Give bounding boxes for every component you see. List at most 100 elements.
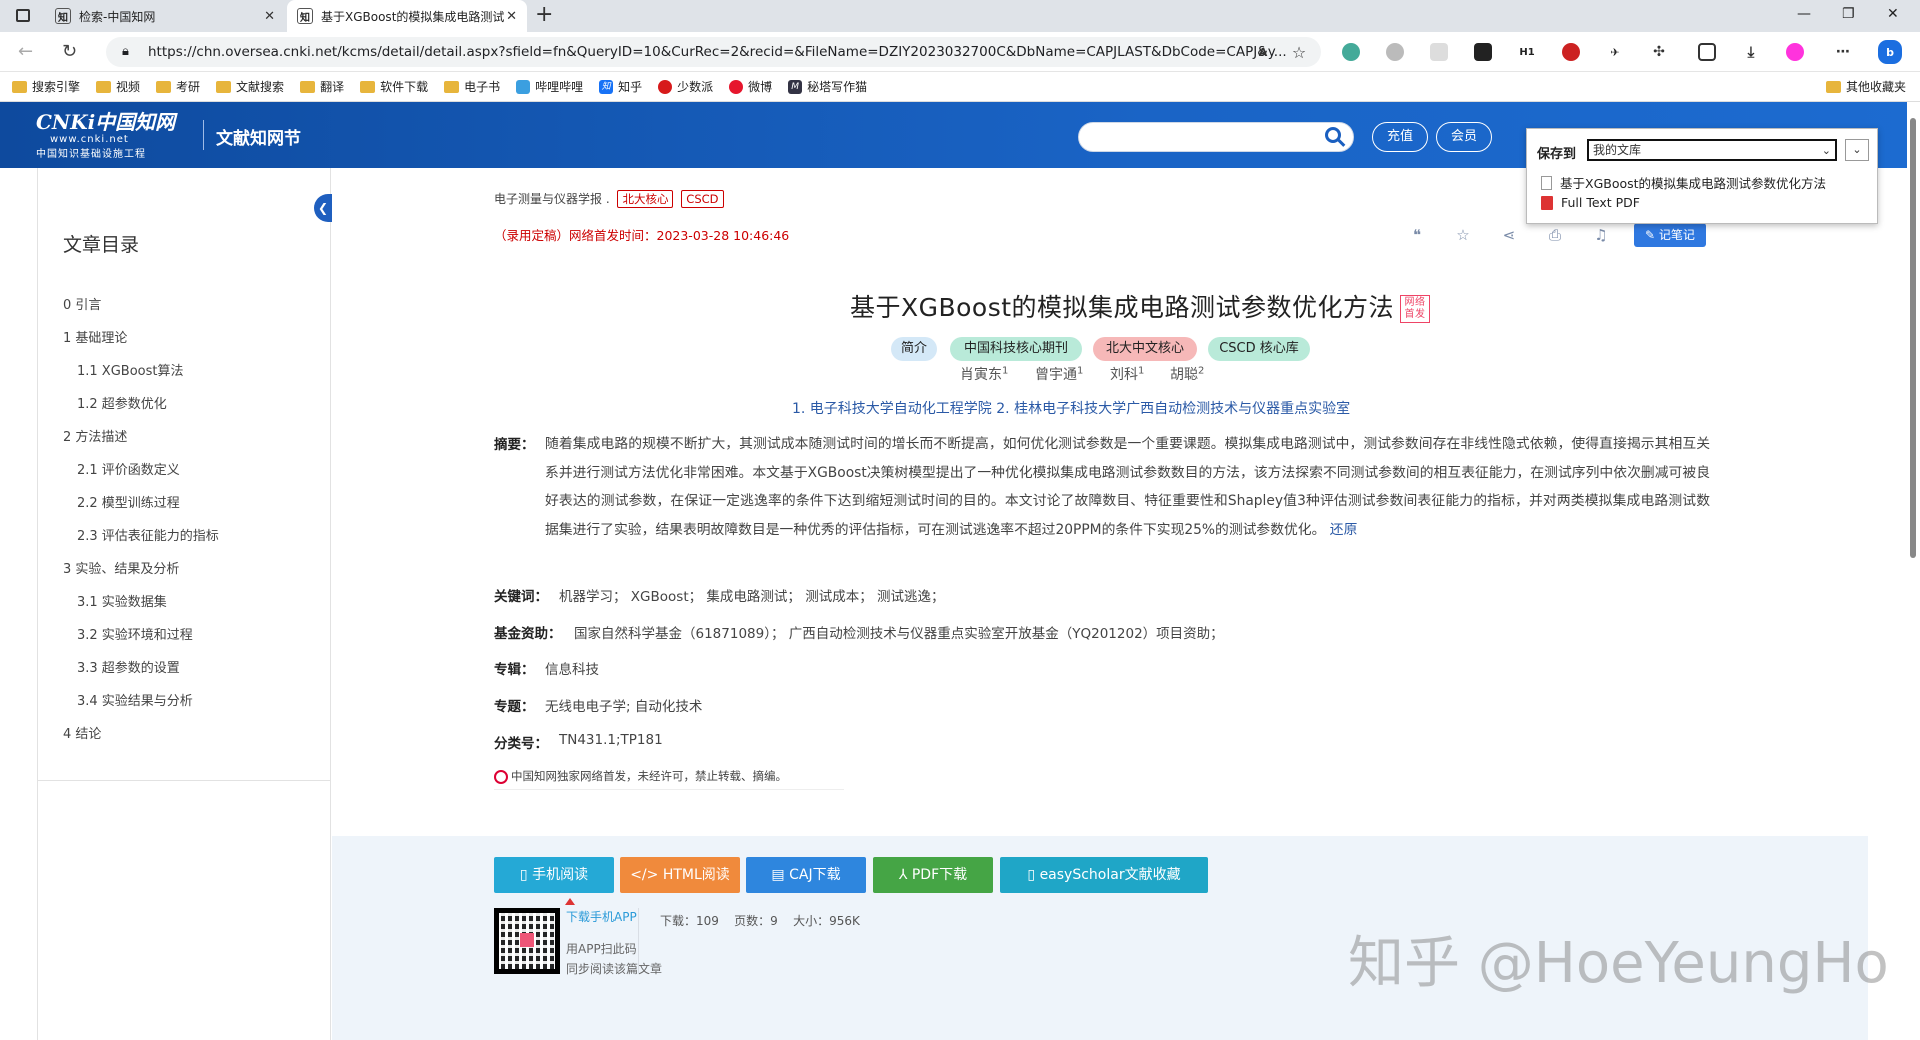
url-field[interactable]: 🔒︎ https://chn.oversea.cnki.net/kcms/det…: [106, 37, 1321, 67]
bookmark-link[interactable]: M 秘塔写作猫: [788, 78, 867, 95]
toc-item[interactable]: 2 方法描述: [63, 426, 127, 445]
bookmark-folder[interactable]: 翻译: [300, 78, 344, 95]
pill-cscd[interactable]: CSCD 核心库: [1208, 337, 1310, 361]
tab-article[interactable]: 知 基于XGBoost的模拟集成电路测试 ✕: [287, 0, 527, 32]
restore-icon[interactable]: ❐: [1842, 6, 1855, 22]
favorite-icon[interactable]: ☆: [1453, 226, 1473, 246]
toc-item[interactable]: 1 基础理论: [63, 327, 127, 346]
bookmark-folder[interactable]: 电子书: [444, 78, 500, 95]
toc-item[interactable]: 3.4 实验结果与分析: [77, 690, 193, 709]
lock-icon[interactable]: 🔒︎: [122, 37, 129, 67]
back-icon[interactable]: ←: [18, 41, 33, 62]
save-option-title[interactable]: 基于XGBoost的模拟集成电路测试参数优化方法: [1541, 173, 1826, 192]
bell-icon[interactable]: ♫: [1591, 226, 1611, 246]
extension-gear-icon[interactable]: [1386, 43, 1404, 61]
bookmark-folder[interactable]: 考研: [156, 78, 200, 95]
funding-value[interactable]: 国家自然科学基金（61871089）； 广西自动检测技术与仪器重点实验室开放基金…: [574, 622, 1224, 642]
restore-link[interactable]: 还原: [1330, 522, 1358, 538]
bing-copilot-icon[interactable]: b: [1878, 40, 1902, 64]
close-tab-icon[interactable]: ✕: [506, 9, 517, 24]
new-tab-button[interactable]: +: [535, 2, 553, 27]
bookmark-link[interactable]: 知知乎: [599, 78, 642, 95]
bookmark-folder[interactable]: 视频: [96, 78, 140, 95]
pill-intro[interactable]: 简介: [891, 337, 937, 361]
journal-name[interactable]: 电子测量与仪器学报 .: [494, 192, 610, 206]
split-screen-icon[interactable]: [1698, 43, 1716, 61]
caj-download-button[interactable]: ▤ CAJ下载: [746, 857, 866, 893]
extension-h1-icon[interactable]: H1: [1518, 43, 1536, 61]
easyscholar-button[interactable]: ▯ easyScholar文献收藏: [1000, 857, 1208, 893]
author-link[interactable]: 胡聪2: [1170, 364, 1204, 384]
toc-item[interactable]: 3 实验、结果及分析: [63, 558, 179, 577]
affiliations[interactable]: 1. 电子科技大学自动化工程学院 2. 桂林电子科技大学广西自动检测技术与仪器重…: [792, 398, 1350, 418]
toc-item[interactable]: 2.1 评价函数定义: [77, 459, 180, 478]
page-scrollbar[interactable]: [1907, 102, 1920, 1040]
mobile-read-button[interactable]: ▯ 手机阅读: [494, 857, 614, 893]
author-name: 肖寅东: [960, 367, 1002, 383]
bilibili-icon: [516, 79, 531, 94]
toc-item[interactable]: 3.1 实验数据集: [77, 591, 167, 610]
minimize-icon[interactable]: —: [1797, 6, 1811, 22]
author-link[interactable]: 曾宇通1: [1035, 364, 1083, 384]
extensions-puzzle-icon[interactable]: ✣: [1650, 43, 1668, 61]
toc-item[interactable]: 2.3 评估表征能力的指标: [77, 525, 219, 544]
other-bookmarks[interactable]: 其他收藏夹: [1826, 78, 1906, 95]
recharge-button[interactable]: 充值: [1372, 122, 1428, 152]
bookmark-link[interactable]: 哔哩哔哩: [516, 78, 583, 95]
toc-item[interactable]: 1.2 超参数优化: [77, 393, 167, 412]
bookmark-link[interactable]: 少数派: [658, 78, 713, 95]
bookmark-label: 知乎: [618, 80, 643, 94]
close-tab-icon[interactable]: ✕: [264, 9, 275, 24]
bookmark-label: 视频: [116, 80, 141, 94]
save-to-label: 保存到: [1537, 147, 1577, 162]
downloads-icon[interactable]: ⤓: [1742, 43, 1760, 61]
member-button[interactable]: 会员: [1436, 122, 1492, 152]
bookmark-link[interactable]: 微博: [729, 78, 772, 95]
bookmark-folder[interactable]: 软件下载: [360, 78, 428, 95]
toc-item[interactable]: 3.2 实验环境和过程: [77, 624, 193, 643]
save-dropdown-button[interactable]: ⌄: [1845, 139, 1869, 161]
extension-bird-icon[interactable]: ✈︎: [1606, 43, 1624, 61]
refresh-icon[interactable]: ↻: [62, 41, 77, 62]
toc-item[interactable]: 0 引言: [63, 294, 101, 313]
selected-library: 我的文库: [1593, 143, 1642, 157]
share-icon[interactable]: ⋖: [1499, 226, 1519, 246]
extension-cloud-icon[interactable]: [1342, 43, 1360, 61]
author-link[interactable]: 肖寅东1: [960, 364, 1008, 384]
stats-divider: [638, 908, 639, 974]
close-window-icon[interactable]: ✕: [1887, 6, 1899, 22]
folder-icon: [96, 80, 112, 93]
scrollbar-thumb[interactable]: [1910, 118, 1916, 558]
tab-search-cnki[interactable]: 知 检索-中国知网 ✕: [45, 0, 285, 32]
author-link[interactable]: 刘科1: [1110, 364, 1144, 384]
more-menu-icon[interactable]: ⋯: [1834, 43, 1852, 61]
library-select[interactable]: 我的文库 ⌄: [1587, 139, 1837, 161]
cite-icon[interactable]: ❝: [1407, 226, 1427, 246]
download-app-link[interactable]: 下载手机APP: [566, 908, 637, 925]
keywords-value[interactable]: 机器学习； XGBoost； 集成电路测试； 测试成本； 测试逃逸；: [559, 585, 944, 605]
bookmark-folder[interactable]: 搜索引擎: [12, 78, 80, 95]
favorite-star-icon[interactable]: ☆: [1290, 43, 1308, 62]
take-note-button[interactable]: ✎ 记笔记: [1634, 223, 1706, 247]
toc-item[interactable]: 4 结论: [63, 723, 101, 742]
pdf-download-button[interactable]: ⅄ PDF下载: [873, 857, 993, 893]
toc-item[interactable]: 1.1 XGBoost算法: [77, 360, 183, 379]
toc-item[interactable]: 2.2 模型训练过程: [77, 492, 180, 511]
search-icon[interactable]: [1325, 127, 1341, 143]
pill-sci-core[interactable]: 中国科技核心期刊: [950, 337, 1082, 361]
read-aloud-icon[interactable]: A: [1254, 43, 1272, 61]
print-icon[interactable]: ⎙: [1545, 226, 1565, 246]
extension-translate-icon[interactable]: [1474, 43, 1492, 61]
html-read-button[interactable]: </> HTML阅读: [620, 857, 740, 893]
toc-item[interactable]: 3.3 超参数的设置: [77, 657, 180, 676]
search-input[interactable]: [1078, 122, 1354, 152]
profile-avatar-icon[interactable]: [1786, 43, 1804, 61]
cnki-logo[interactable]: CNKi中国知网 www.cnki.net 中国知识基础设施工程: [36, 110, 191, 160]
pill-pku-core[interactable]: 北大中文核心: [1093, 337, 1197, 361]
tab-actions-icon[interactable]: [16, 9, 30, 22]
extension-page-icon[interactable]: [1430, 43, 1448, 61]
bookmark-folder[interactable]: 文献搜索: [216, 78, 284, 95]
extension-red-icon[interactable]: [1562, 43, 1580, 61]
series-label: 专辑：: [494, 662, 535, 678]
save-option-pdf[interactable]: Full Text PDF: [1541, 195, 1640, 210]
